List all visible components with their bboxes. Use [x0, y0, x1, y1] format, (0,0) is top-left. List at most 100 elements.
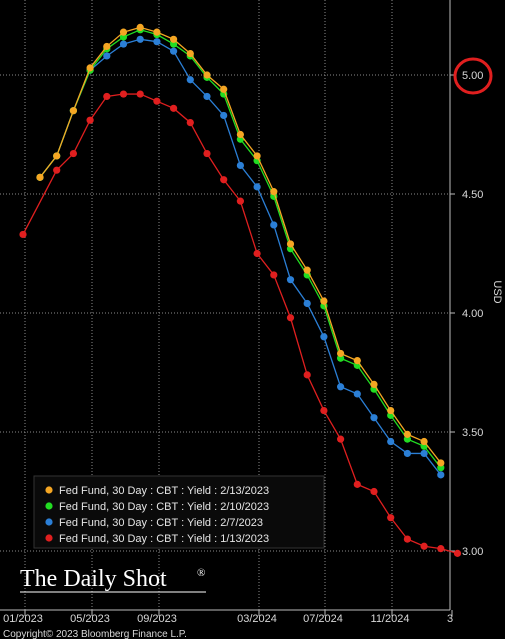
chart: 3.00 3.50 4.00 4.50 5.00 01/2023 05/2023 09/20… [0, 0, 503, 639]
data-point [119, 40, 128, 48]
data-point [437, 471, 445, 479]
data-point [303, 371, 311, 379]
data-point [403, 535, 411, 543]
data-point [36, 173, 44, 181]
data-point [236, 161, 244, 170]
x-tick-label: 11/2024 [371, 613, 410, 625]
data-point [153, 97, 161, 105]
legend-marker [45, 502, 53, 510]
data-point [303, 299, 311, 308]
data-point [253, 183, 261, 191]
data-point [286, 314, 295, 322]
data-point [170, 104, 178, 112]
x-tick-label: 3 [447, 613, 453, 625]
series-line [39, 38, 442, 476]
data-point [337, 383, 345, 391]
x-tick-label: 01/2023 [3, 613, 43, 625]
y-axis-ticks: 3.00 3.50 4.00 4.50 5.00 [450, 70, 483, 558]
legend-marker [45, 534, 53, 542]
data-point [320, 333, 328, 341]
series-1 [36, 23, 445, 467]
data-point [420, 437, 428, 446]
data-point [186, 76, 194, 84]
y-tick-label: 3.00 [462, 546, 483, 558]
y-axis-title: USD [491, 280, 503, 303]
data-point [387, 406, 395, 415]
series-2 [36, 26, 445, 472]
data-point [170, 35, 178, 43]
data-point [136, 90, 144, 98]
data-point [153, 28, 161, 36]
data-point [353, 357, 361, 365]
data-point [370, 380, 378, 388]
data-point [119, 28, 128, 36]
data-point [119, 90, 128, 98]
data-point [453, 549, 462, 557]
series-3 [36, 35, 445, 479]
data-point [69, 149, 77, 158]
data-point [337, 349, 345, 358]
legend-label: Fed Fund, 30 Day : CBT : Yield : 1/13/20… [59, 533, 269, 545]
data-point [103, 42, 111, 51]
legend-label: Fed Fund, 30 Day : CBT : Yield : 2/13/20… [59, 485, 269, 497]
legend-marker [45, 486, 53, 494]
data-point [387, 437, 395, 446]
brand-logo: The Daily Shot ® [20, 566, 206, 593]
copyright-text: Copyright© 2023 Bloomberg Finance L.P. [3, 629, 187, 639]
data-point [353, 390, 361, 398]
x-tick-label: 03/2024 [237, 613, 277, 625]
y-tick-label: 3.50 [462, 427, 483, 439]
data-point [353, 480, 361, 488]
data-point [86, 116, 94, 124]
data-point [103, 52, 111, 60]
data-point [186, 49, 194, 58]
data-point [286, 276, 295, 284]
data-point [53, 166, 61, 174]
data-point [86, 64, 94, 72]
data-point [186, 119, 194, 127]
data-point [320, 406, 328, 415]
data-point [236, 130, 244, 139]
data-point [387, 514, 395, 522]
series-line [39, 29, 442, 469]
y-tick-label: 5.00 [462, 70, 483, 82]
data-point [136, 35, 144, 43]
x-tick-label: 09/2023 [137, 613, 177, 625]
data-point [236, 197, 244, 205]
data-point [69, 107, 77, 115]
legend-label: Fed Fund, 30 Day : CBT : Yield : 2/7/202… [59, 517, 263, 529]
data-point [53, 152, 61, 160]
x-tick-label: 05/2023 [70, 613, 110, 625]
x-tick-label: 07/2024 [303, 613, 343, 625]
brand-name: The Daily Shot [20, 566, 167, 592]
data-point [420, 542, 428, 550]
data-point [403, 430, 411, 438]
data-point [153, 38, 161, 46]
legend: Fed Fund, 30 Day : CBT : Yield : 2/13/20… [33, 475, 325, 549]
data-point [203, 92, 211, 101]
data-point [403, 449, 411, 458]
legend-label: Fed Fund, 30 Day : CBT : Yield : 2/10/20… [59, 501, 269, 513]
x-axis-ticks: 01/2023 05/2023 09/2023 03/2024 07/2024 11/20… [3, 610, 453, 625]
legend-marker [45, 518, 53, 526]
data-point [253, 152, 261, 160]
data-point [103, 92, 111, 101]
data-point [337, 435, 345, 443]
data-point [286, 240, 295, 248]
data-point [303, 266, 311, 274]
data-point [220, 176, 228, 184]
data-point [370, 414, 378, 422]
data-point [437, 459, 445, 467]
data-point [270, 221, 278, 229]
data-point [220, 85, 228, 93]
series-line [39, 26, 442, 464]
y-tick-label: 4.50 [462, 189, 483, 201]
y-tick-label: 4.00 [462, 308, 483, 320]
data-point [136, 23, 144, 31]
data-point [420, 449, 428, 458]
data-point [320, 297, 328, 305]
data-point [203, 149, 211, 158]
data-point [253, 249, 261, 258]
data-point [270, 188, 278, 196]
data-point [170, 47, 178, 55]
